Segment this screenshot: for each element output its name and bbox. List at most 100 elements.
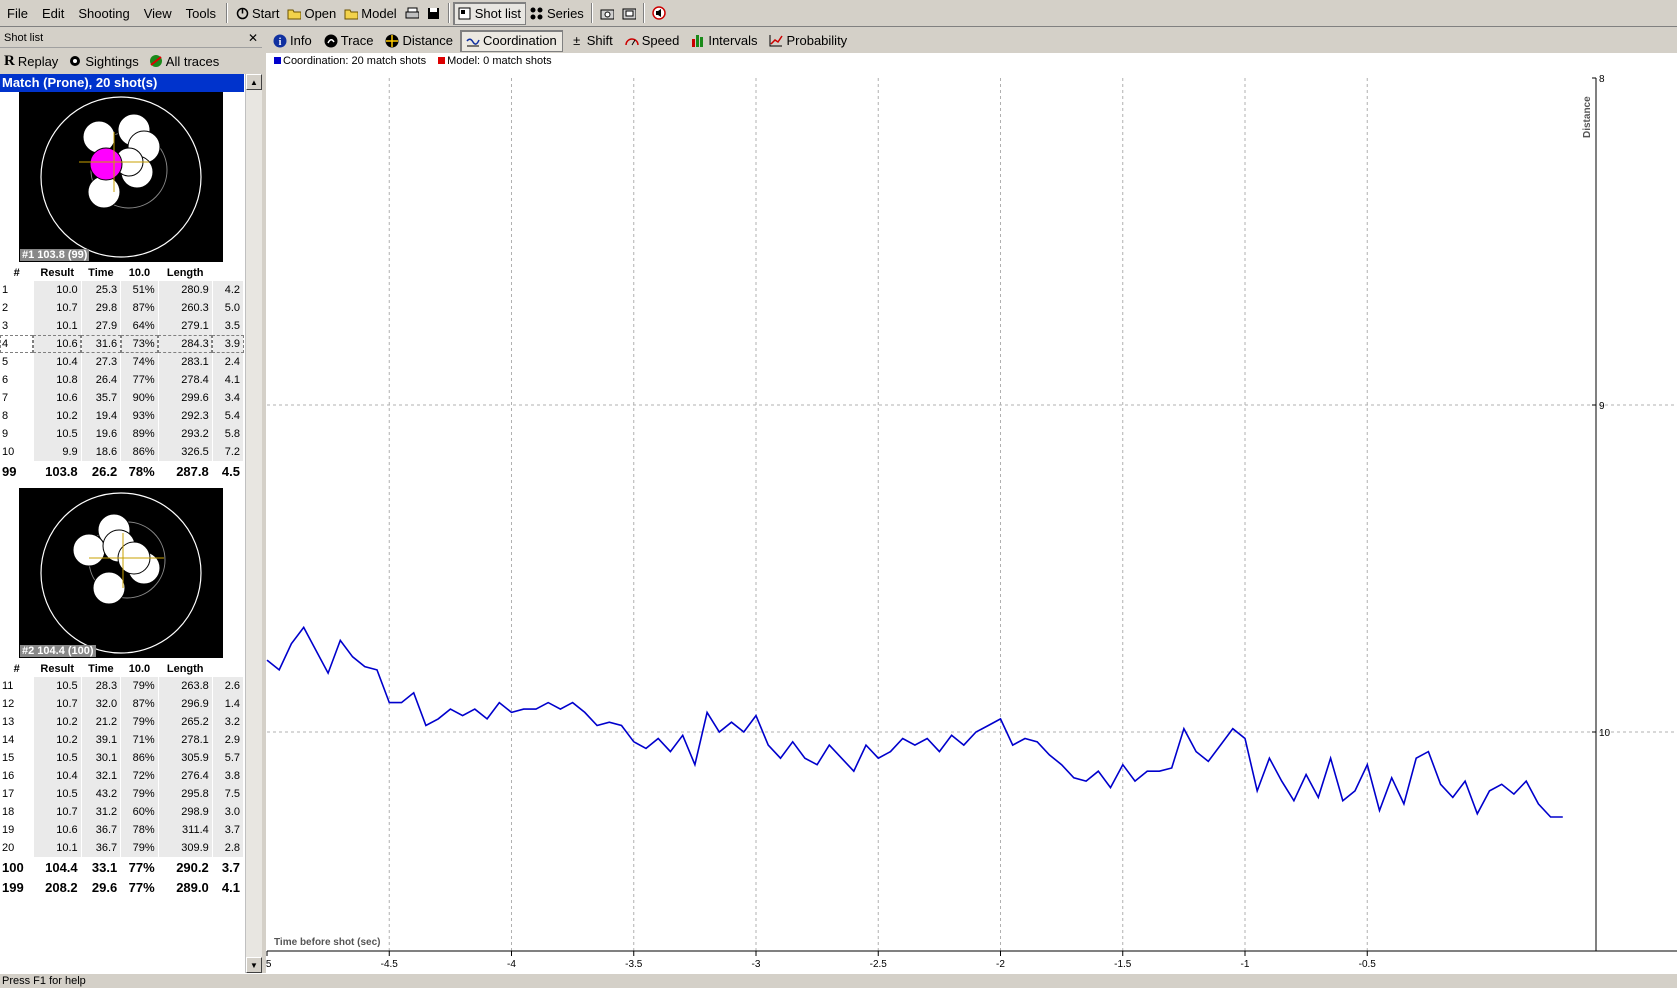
close-icon[interactable]: ✕ (248, 31, 258, 45)
summary-row[interactable]: 100 104.4 33.1 77% 290.2 3.7 (0, 857, 245, 877)
table-cell: 292.3 (158, 407, 213, 425)
sound-button[interactable] (648, 2, 670, 25)
table-row[interactable]: 7 10.6 35.7 90% 299.6 3.4 (0, 389, 245, 407)
table-cell: 9 (0, 425, 34, 443)
col-result[interactable]: Result (33, 264, 81, 281)
summary-row[interactable]: 199 208.2 29.6 77% 289.0 4.1 (0, 877, 245, 897)
menu-edit[interactable]: Edit (35, 6, 71, 21)
save-button[interactable] (423, 2, 445, 25)
open-button[interactable]: Open (283, 2, 340, 25)
col-extra[interactable] (212, 264, 243, 281)
table-cell: 14 (0, 731, 34, 749)
col-ten[interactable]: 10.0 (121, 660, 158, 677)
camera-button[interactable] (596, 2, 618, 25)
table-cell: 311.4 (158, 821, 213, 839)
table-row[interactable]: 10 9.9 18.6 86% 326.5 7.2 (0, 443, 245, 461)
table-row[interactable]: 13 10.2 21.2 79% 265.2 3.2 (0, 713, 245, 731)
sightings-button[interactable]: Sightings (68, 53, 139, 69)
summary-cell: 100 (0, 857, 34, 877)
table-row[interactable]: 18 10.7 31.2 60% 298.9 3.0 (0, 803, 245, 821)
table-cell: 10.6 (33, 335, 82, 353)
table-cell: 4.1 (212, 371, 245, 389)
col-extra[interactable] (212, 660, 243, 677)
series-1-target[interactable]: #1 103.8 (99) (19, 92, 223, 262)
settings-button[interactable] (618, 2, 640, 25)
table-cell: 77% (120, 371, 159, 389)
col-number[interactable]: # (0, 660, 33, 677)
shot-list-button[interactable]: Shot list (452, 1, 526, 25)
model-label: Model (361, 5, 397, 21)
y-axis-label: Distance (1582, 96, 1593, 138)
match-header[interactable]: Match (Prone), 20 shot(s) (0, 74, 244, 92)
series-2-label: #2 104.4 (100) (20, 645, 96, 657)
print-button[interactable] (401, 2, 423, 25)
menu-shooting[interactable]: Shooting (71, 6, 136, 21)
scroll-up-icon[interactable]: ▲ (246, 74, 262, 90)
sightings-label: Sightings (85, 53, 139, 69)
table-row[interactable]: 12 10.7 32.0 87% 296.9 1.4 (0, 695, 245, 713)
table-cell: 293.2 (158, 425, 213, 443)
shot-list-toolbar: R Replay Sightings All traces (0, 48, 262, 74)
table-cell: 31.2 (81, 803, 122, 821)
model-button[interactable]: Model (340, 2, 400, 25)
vertical-scrollbar[interactable]: ▲ ▼ (245, 74, 262, 973)
coordination-chart[interactable]: -5 -4.5 -4 -3.5 -3 -2.5 -2 -1.5 -1 -0.5 8 9 10 Time b… (266, 28, 1677, 973)
table-cell: 32.0 (81, 695, 122, 713)
table-row[interactable]: 4 10.6 31.6 73% 284.3 3.9 (0, 335, 245, 353)
y-tick-label: 9 (1599, 401, 1605, 412)
table-cell: 26.4 (81, 371, 122, 389)
series-button[interactable]: Series (526, 2, 588, 25)
menu-file[interactable]: File (0, 6, 35, 21)
col-ten[interactable]: 10.0 (121, 264, 158, 281)
summary-cell: 287.8 (158, 461, 213, 481)
table-row[interactable]: 15 10.5 30.1 86% 305.9 5.7 (0, 749, 245, 767)
replay-button[interactable]: R Replay (4, 53, 58, 70)
table-row[interactable]: 6 10.8 26.4 77% 278.4 4.1 (0, 371, 245, 389)
table-cell: 87% (120, 695, 159, 713)
table-cell: 7.5 (212, 785, 245, 803)
col-time[interactable]: Time (81, 660, 121, 677)
table-row[interactable]: 14 10.2 39.1 71% 278.1 2.9 (0, 731, 245, 749)
table-row[interactable]: 19 10.6 36.7 78% 311.4 3.7 (0, 821, 245, 839)
table-row[interactable]: 11 10.5 28.3 79% 263.8 2.6 (0, 677, 245, 695)
series-1-label: #1 103.8 (99) (20, 249, 90, 261)
start-icon (235, 6, 249, 20)
table-cell: 79% (120, 785, 159, 803)
table-row[interactable]: 2 10.7 29.8 87% 260.3 5.0 (0, 299, 245, 317)
x-tick-label: -5 (266, 959, 272, 970)
col-length[interactable]: Length (158, 264, 212, 281)
col-result[interactable]: Result (33, 660, 81, 677)
panel-title-bar: Shot list ✕ (0, 28, 262, 48)
table-cell: 2.6 (212, 677, 245, 695)
toolbar-separator (642, 3, 645, 23)
table-row[interactable]: 8 10.2 19.4 93% 292.3 5.4 (0, 407, 245, 425)
scroll-down-icon[interactable]: ▼ (246, 957, 262, 973)
col-length[interactable]: Length (158, 660, 212, 677)
table-cell: 10.5 (33, 785, 82, 803)
summary-cell: 289.0 (158, 877, 213, 897)
table-cell: 278.1 (158, 731, 213, 749)
table-row[interactable]: 20 10.1 36.7 79% 309.9 2.8 (0, 839, 245, 857)
table-row[interactable]: 16 10.4 32.1 72% 276.4 3.8 (0, 767, 245, 785)
table-cell: 8 (0, 407, 34, 425)
table-row[interactable]: 9 10.5 19.6 89% 293.2 5.8 (0, 425, 245, 443)
table-row[interactable]: 1 10.0 25.3 51% 280.9 4.2 (0, 281, 245, 299)
plot-area (267, 78, 1677, 951)
table-row[interactable]: 17 10.5 43.2 79% 295.8 7.5 (0, 785, 245, 803)
panel-title: Shot list (4, 31, 44, 44)
menu-view[interactable]: View (137, 6, 179, 21)
summary-cell: 104.4 (33, 857, 82, 877)
series-2-target[interactable]: #2 104.4 (100) (19, 488, 223, 658)
menu-tools[interactable]: Tools (179, 6, 223, 21)
x-axis-label: Time before shot (sec) (274, 937, 381, 948)
col-time[interactable]: Time (81, 264, 121, 281)
table-row[interactable]: 5 10.4 27.3 74% 283.1 2.4 (0, 353, 245, 371)
table-cell: 5.0 (212, 299, 245, 317)
all-traces-button[interactable]: All traces (149, 54, 219, 69)
start-button[interactable]: Start (231, 2, 283, 25)
table-row[interactable]: 3 10.1 27.9 64% 279.1 3.5 (0, 317, 245, 335)
summary-row[interactable]: 99 103.8 26.2 78% 287.8 4.5 (0, 461, 245, 481)
col-number[interactable]: # (0, 264, 33, 281)
series-label: Series (546, 5, 584, 21)
table-cell: 283.1 (158, 353, 213, 371)
